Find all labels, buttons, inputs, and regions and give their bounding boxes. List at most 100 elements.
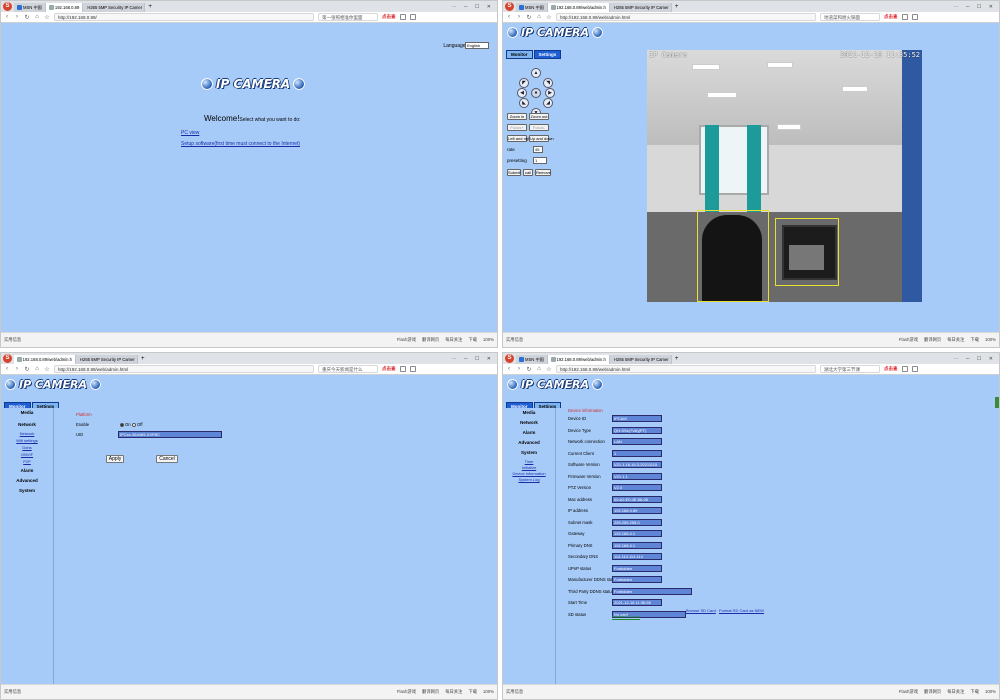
arrow-up-icon[interactable]: ▲ xyxy=(531,68,541,78)
arrow-up-left-icon[interactable]: ◤ xyxy=(519,78,529,88)
download-status[interactable]: 下载 xyxy=(970,337,979,343)
format-sd-link[interactable]: Format SD Card as NEW xyxy=(719,608,764,613)
preset-input[interactable]: 1 xyxy=(533,157,547,164)
sidebar-link-p2p[interactable]: P2P xyxy=(1,459,53,464)
new-tab-button[interactable]: + xyxy=(672,355,682,364)
search-input[interactable]: 湖北大学第三节课 xyxy=(820,365,880,373)
focus-in-button[interactable]: Focus+ xyxy=(507,124,527,131)
menu-icon[interactable] xyxy=(911,366,918,372)
left-right-scan-button[interactable]: Left and right xyxy=(507,135,531,142)
sidebar-item-network[interactable]: Network xyxy=(503,420,555,425)
search-input[interactable]: 第一张照相准你里面 xyxy=(318,13,378,21)
sidebar-item-alarm[interactable]: Alarm xyxy=(1,468,53,473)
extension-icon[interactable] xyxy=(399,14,406,20)
new-tab-button[interactable]: + xyxy=(672,3,682,12)
status-item[interactable]: 每日关注 xyxy=(947,689,964,695)
status-item[interactable]: Flash游戏 xyxy=(899,689,918,695)
zoom-in-button[interactable]: Zoom in xyxy=(507,113,527,120)
hot-label[interactable]: 点击查 xyxy=(382,366,396,372)
arrow-down-left-icon[interactable]: ◣ xyxy=(519,98,529,108)
home-icon[interactable]: ⌂ xyxy=(536,366,542,372)
sidebar-link-network[interactable]: Network xyxy=(1,431,53,436)
home-icon[interactable]: ⌂ xyxy=(34,366,40,372)
window-controls[interactable]: ⋯ ─ ☐ ✕ xyxy=(954,355,999,364)
reload-icon[interactable]: ↻ xyxy=(24,14,30,21)
back-icon[interactable]: ‹ xyxy=(506,366,512,372)
window-controls[interactable]: ⋯ ─ ☐ ✕ xyxy=(954,3,999,12)
status-item[interactable]: 每日关注 xyxy=(947,337,964,343)
search-input[interactable]: 重庆今天新闻是什么 xyxy=(318,365,378,373)
sidebar-item-system[interactable]: System xyxy=(1,488,53,493)
hot-label[interactable]: 点击查 xyxy=(884,366,898,372)
status-item[interactable]: Flash游戏 xyxy=(899,337,918,343)
sidebar-link-device-information[interactable]: Device information xyxy=(503,471,555,476)
zoom-level[interactable]: 100% xyxy=(483,337,494,343)
new-tab-button[interactable]: + xyxy=(138,355,148,364)
browser-tab[interactable]: MSN 中国 xyxy=(516,3,548,12)
up-down-scan-button[interactable]: Up and down xyxy=(529,135,554,142)
remove-button[interactable]: Remove xyxy=(535,169,551,176)
hot-label[interactable]: 点击查 xyxy=(382,14,396,20)
download-status[interactable]: 下载 xyxy=(970,689,979,695)
arrow-right-icon[interactable]: ▶ xyxy=(545,88,555,98)
reload-icon[interactable]: ↻ xyxy=(526,366,532,373)
back-icon[interactable]: ‹ xyxy=(4,366,10,372)
new-tab-button[interactable]: + xyxy=(145,3,155,12)
tab-settings[interactable]: Settings xyxy=(533,50,562,59)
star-icon[interactable]: ☆ xyxy=(546,14,552,21)
menu-icon[interactable] xyxy=(911,14,918,20)
status-item[interactable]: 每日关注 xyxy=(445,337,462,343)
tab-monitor[interactable]: Monitor xyxy=(506,50,533,59)
status-item[interactable]: Flash游戏 xyxy=(397,337,416,343)
window-controls[interactable]: ⋯ ─ ☐ ✕ xyxy=(452,3,497,12)
forward-icon[interactable]: › xyxy=(516,14,522,20)
window-controls[interactable]: ⋯ ─ ☐ ✕ xyxy=(452,355,497,364)
hot-label[interactable]: 点击查 xyxy=(884,14,898,20)
cancel-button[interactable]: Cancel xyxy=(156,455,178,463)
arrow-left-icon[interactable]: ◀ xyxy=(517,88,527,98)
sidebar-item-network[interactable]: Network xyxy=(1,422,53,427)
sidebar-item-advanced[interactable]: Advanced xyxy=(1,478,53,483)
zoom-out-button[interactable]: Zoom out xyxy=(529,113,549,120)
browser-tab-active[interactable]: 192.168.0.89/web/admin.h xyxy=(547,3,610,12)
back-icon[interactable]: ‹ xyxy=(4,14,10,20)
reload-icon[interactable]: ↻ xyxy=(24,366,30,373)
status-item[interactable]: 翻译网页 xyxy=(924,689,941,695)
star-icon[interactable]: ☆ xyxy=(44,14,50,21)
forward-icon[interactable]: › xyxy=(14,366,20,372)
sidebar-item-system[interactable]: System xyxy=(503,450,555,455)
browser-tab-active[interactable]: 192.168.0.89 xyxy=(45,3,84,12)
browse-sd-link[interactable]: Browse SD Card xyxy=(686,608,716,613)
language-select[interactable]: English xyxy=(465,42,489,49)
status-item[interactable]: 翻译网页 xyxy=(422,689,439,695)
status-item[interactable]: 翻译网页 xyxy=(924,337,941,343)
search-input[interactable]: 地道菜和厨火锅面 xyxy=(820,13,880,21)
sidebar-link-ddns[interactable]: Ddns xyxy=(1,445,53,450)
star-icon[interactable]: ☆ xyxy=(44,366,50,373)
radio-on[interactable] xyxy=(120,423,124,427)
browser-tab[interactable]: H265 5MP Security IP Camer xyxy=(83,3,146,12)
setup-software-link[interactable]: Setup software(first time must connect t… xyxy=(181,141,300,147)
zoom-level[interactable]: 100% xyxy=(483,689,494,695)
address-bar[interactable]: http://192.168.0.89/web/admin.html xyxy=(556,13,816,21)
call-button[interactable]: call xyxy=(523,169,533,176)
uid-field[interactable]: IPCxx-364469-XXFBC xyxy=(118,431,222,438)
arrow-down-right-icon[interactable]: ◢ xyxy=(543,98,553,108)
sidebar-link-system-log[interactable]: System Log xyxy=(503,477,555,482)
browser-tab[interactable]: MSN 中国 xyxy=(14,3,46,12)
submit-button[interactable]: Submit xyxy=(507,169,521,176)
browser-tab-active[interactable]: 192.168.0.89/web/admin.h xyxy=(547,355,610,364)
sidebar-link-time[interactable]: Time xyxy=(503,459,555,464)
forward-icon[interactable]: › xyxy=(14,14,20,20)
refresh-sd-link[interactable]: refresh SD card xyxy=(612,614,640,619)
apply-button[interactable]: Apply xyxy=(106,455,124,463)
extension-icon[interactable] xyxy=(901,14,908,20)
home-icon[interactable]: ⌂ xyxy=(34,14,40,20)
browser-tab-active[interactable]: 192.168.0.89/web/admin.h xyxy=(14,355,76,364)
status-item[interactable]: Flash游戏 xyxy=(397,689,416,695)
star-icon[interactable]: ☆ xyxy=(546,366,552,373)
address-bar[interactable]: http://192.168.0.89/web/admin.html xyxy=(54,365,314,373)
menu-icon[interactable] xyxy=(409,14,416,20)
browser-tab[interactable]: H265 5MP Security IP Camer xyxy=(609,3,672,12)
download-status[interactable]: 下载 xyxy=(468,337,477,343)
